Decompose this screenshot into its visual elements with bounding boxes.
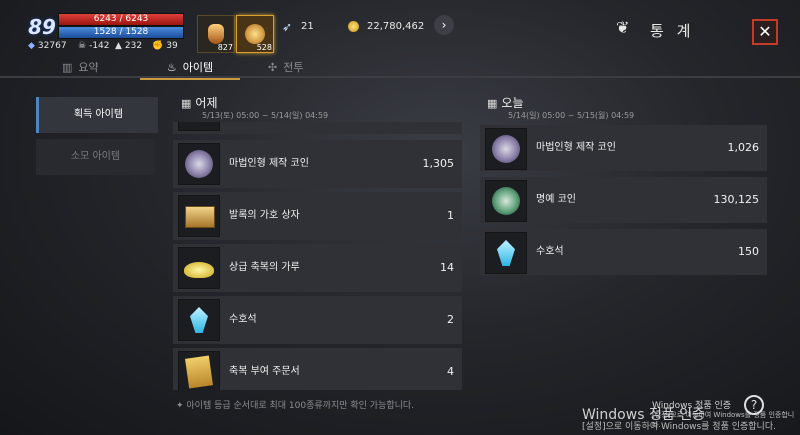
statistics-icon: ❦ — [616, 18, 630, 37]
today-item-list[interactable]: 마법인형 제작 코인 1,026 명예 코인 130,125 수호석 150 — [480, 125, 768, 285]
yesterday-date-range: 5/13(토) 05:00 ~ 5/14(일) 04:59 — [202, 111, 329, 120]
chevron-right-button[interactable]: › — [434, 15, 454, 35]
combat-icon: ✣ — [268, 61, 278, 74]
yesterday-header: ▦ 어제 — [181, 96, 218, 110]
list-item[interactable]: 수호석 2 — [173, 296, 462, 344]
footnote: ✦ 아이템 등급 순서대로 최대 100종류까지만 확인 가능합니다. — [176, 401, 415, 411]
skull-icon: ☠ — [78, 41, 87, 51]
stat-fist: ✊ 39 — [152, 41, 178, 51]
hp-bar: 6243 / 6243 — [58, 13, 184, 26]
tab-items[interactable]: ♨ 아이템 — [140, 58, 240, 80]
shield-icon: ◆ — [28, 41, 35, 51]
stat-skull: ☠ -142 — [78, 41, 110, 51]
tab-combat[interactable]: ✣ 전투 — [268, 58, 303, 78]
calendar-icon: ▦ — [487, 97, 498, 110]
yesterday-item-list[interactable]: 마법인형 제작 코인 1,305 발록의 가호 상자 1 상급 축복의 가루 1… — [173, 122, 463, 390]
list-item[interactable]: 상급 축복의 가루 14 — [173, 244, 462, 292]
character-level: 89 — [28, 15, 56, 39]
page-title: 통 계 — [650, 22, 695, 40]
feather-icon: ➶ — [282, 20, 293, 34]
quick-slot-item[interactable]: 528 — [236, 15, 274, 53]
pouch-icon: ♨ — [166, 61, 177, 74]
magic-doll-coin-icon — [485, 128, 527, 170]
sidebar-item-acquired[interactable]: 획득 아이템 — [36, 97, 158, 133]
help-button[interactable]: ? — [744, 395, 764, 415]
sidebar-item-consumed[interactable]: 소모 아이템 — [36, 139, 155, 175]
item-icon — [245, 24, 265, 44]
today-date-range: 5/14(일) 05:00 ~ 5/15(월) 04:59 — [508, 111, 635, 120]
list-item[interactable]: 마법인형 제작 코인 1,305 — [173, 140, 462, 188]
mp-bar: 1528 / 1528 — [58, 26, 184, 39]
list-item[interactable]: 수호석 150 — [480, 229, 767, 275]
today-header: ▦ 오늘 — [487, 96, 524, 110]
honor-coin-icon — [485, 180, 527, 222]
tab-divider — [0, 76, 800, 78]
list-item[interactable]: 마법인형 제작 코인 1,026 — [480, 125, 767, 171]
potion-icon — [208, 24, 224, 44]
fist-icon: ✊ — [152, 41, 164, 51]
gold-coin-icon — [348, 21, 359, 32]
stat-shield: ◆ 32767 — [28, 41, 67, 51]
scroll-icon — [178, 351, 220, 390]
feather-count: 21 — [301, 21, 314, 32]
list-item[interactable] — [173, 122, 462, 134]
list-item[interactable]: 명예 코인 130,125 — [480, 177, 767, 223]
quick-slot-potion[interactable]: 827 — [197, 15, 235, 53]
tab-summary[interactable]: ▥ 요약 — [62, 58, 99, 78]
calendar-icon: ▦ — [181, 97, 192, 110]
guardian-stone-icon — [485, 232, 527, 274]
item-thumb — [178, 122, 220, 131]
boot-icon: ▲ — [115, 41, 122, 51]
list-item[interactable]: 축복 부여 주문서 4 — [173, 348, 462, 390]
chest-icon — [178, 195, 220, 237]
bar-chart-icon: ▥ — [62, 61, 73, 74]
close-button[interactable]: ✕ — [752, 19, 778, 45]
windows-activation-sub: [설정]으로 이동하여 Windows를 정품 인증합니다. — [582, 422, 776, 432]
guardian-stone-icon — [178, 299, 220, 341]
stat-boot: ▲ 232 — [115, 41, 143, 51]
list-item[interactable]: 발록의 가호 상자 1 — [173, 192, 462, 240]
blessing-powder-icon — [178, 247, 220, 289]
magic-doll-coin-icon — [178, 143, 220, 185]
gold-amount: 22,780,462 — [367, 21, 425, 32]
